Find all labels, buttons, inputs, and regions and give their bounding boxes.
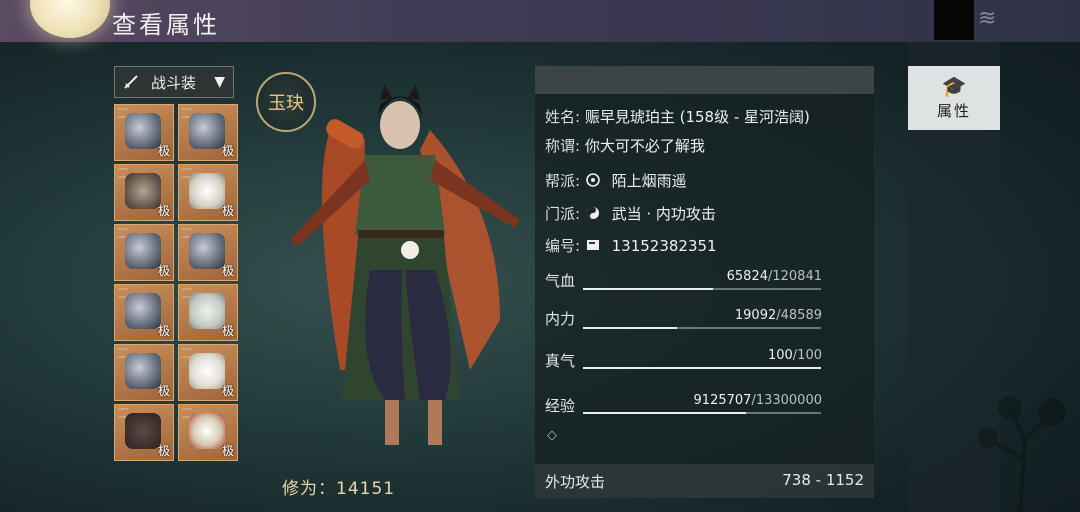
armor-icon <box>125 233 161 269</box>
equip-slot-weapon-main[interactable]: 极 <box>114 104 174 161</box>
mp-label: 内力 <box>545 310 576 328</box>
equip-slot-head[interactable]: 极 <box>114 164 174 221</box>
qi-label: 真气 <box>545 352 576 370</box>
equip-slot-weapon-off[interactable]: 极 <box>178 104 238 161</box>
attack-label: 外功攻击 <box>545 473 606 491</box>
guild-emblem-icon <box>586 173 600 187</box>
name-label: 姓名: <box>545 108 581 126</box>
exp-bar-fill <box>583 412 747 414</box>
moon-logo-icon <box>30 0 110 38</box>
tab-attributes-label: 属性 <box>936 101 971 120</box>
mp-value: 19092/48589 <box>734 308 822 323</box>
equip-slot-belt[interactable]: 极 <box>114 344 174 401</box>
equip-slot-shoulder[interactable]: 极 <box>114 284 174 341</box>
tab-attributes[interactable]: 🎓 属性 <box>908 66 1000 130</box>
scholar-hat-icon: 🎓 <box>941 73 967 98</box>
shoulder-icon <box>125 293 161 329</box>
weapon-icon <box>125 113 161 149</box>
qi-bar-fill <box>583 367 821 369</box>
qi-value: 100/100 <box>767 348 822 363</box>
boots-icon <box>125 413 161 449</box>
equip-slot-chest[interactable]: 极 <box>114 224 174 281</box>
guild-row: 帮派: 陌上烟雨遥 <box>545 170 687 191</box>
grade-badge: 极 <box>221 324 234 338</box>
hp-bar-fill <box>583 288 713 290</box>
wudang-sect-icon <box>586 207 599 219</box>
helm-icon <box>189 113 225 149</box>
exp-value: 9125707/13300000 <box>693 393 822 408</box>
title-row: 称谓: 你大可不必了解我 <box>545 135 705 156</box>
guild-value[interactable]: 陌上烟雨遥 <box>612 172 687 190</box>
mp-bar-fill <box>583 327 677 329</box>
tree-decoration <box>978 396 1066 512</box>
title-label: 称谓: <box>545 137 581 155</box>
name-row: 姓名: 赈早見琥珀主 (158级 - 星河浩阔) <box>545 106 810 127</box>
id-value[interactable]: 13152382351 <box>612 237 717 255</box>
grade-badge: 极 <box>157 204 170 218</box>
grade-badge: 极 <box>157 324 170 338</box>
exp-label: 经验 <box>545 397 576 415</box>
sect-value: 武当 · 内功攻击 <box>611 205 716 223</box>
grade-badge: 极 <box>157 444 170 458</box>
equip-slot-bracelet[interactable]: 极 <box>178 284 238 341</box>
sword-icon <box>124 75 138 89</box>
hp-value: 65824/120841 <box>726 269 822 284</box>
cultivation-value: 修为：14151 <box>282 479 396 499</box>
id-label: 编号: <box>545 237 581 255</box>
bracelet-icon <box>189 293 225 329</box>
info-panel: 姓名: 赈早見琥珀主 (158级 - 星河浩阔) 称谓: 你大可不必了解我 帮派… <box>535 66 874 498</box>
equip-slot-bracers[interactable]: 极 <box>178 224 238 281</box>
grade-badge: 极 <box>221 384 234 398</box>
attack-value: 738 - 1152 <box>782 471 864 489</box>
pendant-icon <box>189 413 225 449</box>
bracer-icon <box>189 233 225 269</box>
grade-badge: 极 <box>157 144 170 158</box>
guild-label: 帮派: <box>545 172 581 190</box>
grade-badge: 极 <box>157 384 170 398</box>
outfit-label: 战斗装 <box>151 73 197 92</box>
ring-icon <box>189 353 225 389</box>
hp-bar <box>583 288 821 290</box>
grade-badge: 极 <box>221 444 234 458</box>
character-model[interactable] <box>270 70 530 465</box>
sect-label: 门派: <box>545 205 581 223</box>
close-area[interactable] <box>934 0 974 40</box>
equipment-grid: 极 极 极 极 极 极 极 极 极 极 极 极 <box>114 104 238 461</box>
grade-badge: 极 <box>221 204 234 218</box>
page-title: 查看属性 <box>112 11 220 39</box>
mp-bar <box>583 327 821 329</box>
cloud-decoration-icon: ≋ <box>978 6 997 31</box>
sect-row: 门派: 武当 · 内功攻击 <box>545 203 716 224</box>
hp-label: 气血 <box>545 272 576 290</box>
panel-header <box>535 66 874 94</box>
belt-icon <box>125 353 161 389</box>
expand-diamond-icon[interactable]: ◇ <box>547 428 557 443</box>
qi-bar <box>583 367 821 369</box>
equip-slot-pendant[interactable]: 极 <box>178 404 238 461</box>
grade-badge: 极 <box>221 264 234 278</box>
grade-badge: 极 <box>221 144 234 158</box>
grade-badge: 极 <box>157 264 170 278</box>
title-value: 你大可不必了解我 <box>584 137 705 155</box>
id-card-icon <box>586 240 599 250</box>
lotus-jade-icon <box>189 173 225 209</box>
id-row: 编号: 13152382351 <box>545 235 717 256</box>
portrait-icon <box>125 173 161 209</box>
outfit-dropdown[interactable]: 战斗装 ▼ <box>114 66 234 98</box>
top-bar: 查看属性 ≋ <box>0 0 1080 42</box>
exp-bar <box>583 412 821 414</box>
attack-row: 外功攻击 738 - 1152 <box>535 464 874 498</box>
equip-slot-jade[interactable]: 极 <box>178 164 238 221</box>
equip-slot-ring[interactable]: 极 <box>178 344 238 401</box>
chevron-down-icon: ▼ <box>214 74 225 90</box>
equip-slot-boots[interactable]: 极 <box>114 404 174 461</box>
name-value: 赈早見琥珀主 (158级 - 星河浩阔) <box>584 108 810 126</box>
